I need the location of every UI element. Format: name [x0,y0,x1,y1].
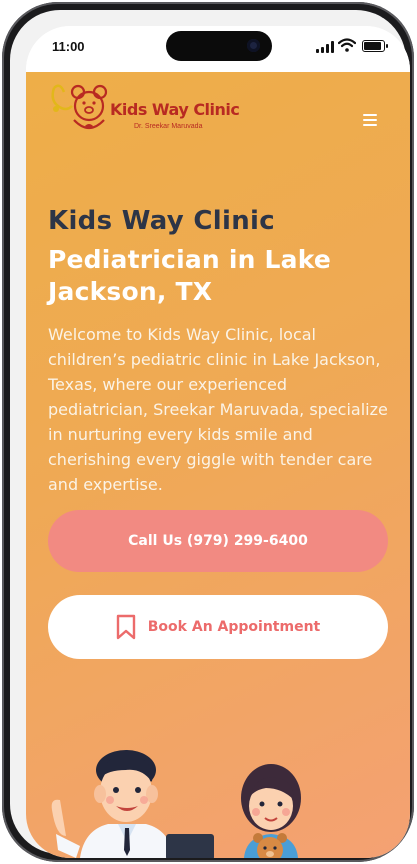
page-title: Pediatrician in Lake Jackson, TX [48,245,332,306]
call-us-label: Call Us (979) 299-6400 [128,533,308,549]
clinic-logo[interactable]: Kids Way Clinic Dr. Sreekar Maruvada [48,84,258,134]
bookmark-icon [116,614,135,640]
intro-paragraph: Welcome to Kids Way Clinic, local childr… [48,325,388,494]
phone-frame: 11:00 Kids Way Clinic Dr. Sreekar Maruva… [2,2,414,862]
signal-icon [316,41,334,53]
camera-icon [247,39,260,52]
teddy-bear-logo-icon [51,84,108,130]
book-appointment-label: Book An Appointment [147,619,321,635]
phone-screen: 11:00 Kids Way Clinic Dr. Sreekar Maruva… [26,26,410,858]
brand-heading: Kids Way Clinic [48,206,275,236]
wifi-icon [338,38,356,52]
hero-section: Kids Way Clinic Dr. Sreekar Maruvada Kid… [26,72,410,858]
logo-subtitle: Dr. Sreekar Maruvada [134,123,203,130]
phone-bezel: 11:00 Kids Way Clinic Dr. Sreekar Maruva… [10,10,410,858]
status-bar: 11:00 [26,26,410,72]
book-appointment-button[interactable]: Book An Appointment [48,595,388,659]
call-us-button[interactable]: Call Us (979) 299-6400 [48,510,388,572]
doctor-and-child-illustration [51,750,301,858]
logo-title: Kids Way Clinic [110,100,240,119]
dynamic-island [166,31,272,61]
status-time: 11:00 [52,39,85,54]
hamburger-menu-icon[interactable] [363,114,379,126]
battery-icon [362,40,388,52]
